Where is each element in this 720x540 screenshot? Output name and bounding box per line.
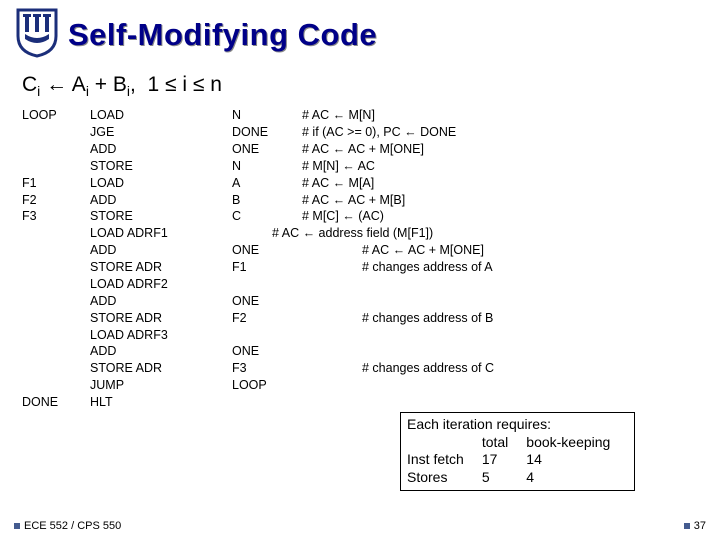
code-row: LOAD ADRF3 (22, 327, 720, 344)
slide-title: Self-Modifying Code (68, 17, 377, 53)
code-listing: LOOPLOADN# AC ← M[N]JGEDONE# if (AC >= 0… (0, 105, 720, 411)
code-row: LOOPLOADN# AC ← M[N] (22, 107, 720, 124)
formula-line: Ci ← Ai + Bi, 1 ≤ i ≤ n (0, 63, 720, 105)
code-row: F1LOADA# AC ← M[A] (22, 175, 720, 192)
code-row: ADDONE (22, 293, 720, 310)
code-row: LOAD ADRF1# AC ← address field (M[F1]) (22, 225, 720, 242)
code-row: DONEHLT (22, 394, 720, 411)
code-row: LOAD ADRF2 (22, 276, 720, 293)
shield-logo-icon (14, 6, 60, 63)
code-row: ADDONE# AC ← AC + M[ONE] (22, 141, 720, 158)
code-row: JUMPLOOP (22, 377, 720, 394)
code-row: F3STOREC# M[C] ← (AC) (22, 208, 720, 225)
code-row: STORE ADRF3# changes address of C (22, 360, 720, 377)
eachbox-lead: Each iteration requires: (407, 416, 628, 434)
code-row: STORE ADRF1# changes address of A (22, 259, 720, 276)
bullet-icon (684, 523, 690, 529)
bullet-icon (14, 523, 20, 529)
code-row: ADDONE (22, 343, 720, 360)
iteration-cost-box: Each iteration requires: total book-keep… (400, 412, 635, 491)
code-row: STORE ADRF2# changes address of B (22, 310, 720, 327)
code-row: ADDONE# AC ← AC + M[ONE] (22, 242, 720, 259)
code-row: STOREN# M[N] ← AC (22, 158, 720, 175)
code-row: JGEDONE# if (AC >= 0), PC ← DONE (22, 124, 720, 141)
code-row: F2ADDB# AC ← AC + M[B] (22, 192, 720, 209)
footer-page-number: 37 (684, 520, 706, 532)
footer-left: ECE 552 / CPS 550 (14, 520, 121, 532)
